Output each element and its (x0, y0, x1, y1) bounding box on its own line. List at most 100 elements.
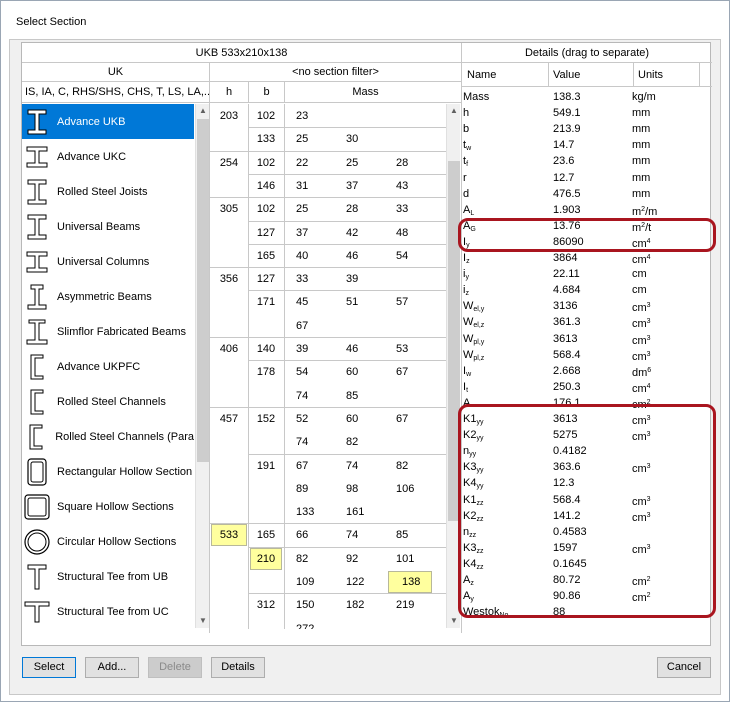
mass-cell[interactable]: 57 (396, 291, 436, 313)
mass-cell[interactable]: 82 (396, 455, 436, 477)
width-cell[interactable]: 171 (248, 291, 284, 313)
width-cell[interactable]: 127 (248, 222, 284, 244)
mass-cell[interactable]: 43 (396, 175, 436, 197)
width-cell[interactable]: 312 (248, 594, 284, 616)
mass-cell[interactable]: 67 (396, 361, 436, 383)
mass-cell[interactable]: 22 (296, 152, 336, 174)
mass-cell[interactable]: 31 (296, 175, 336, 197)
width-cell[interactable]: 140 (248, 338, 284, 360)
details-button[interactable]: Details (211, 657, 265, 678)
mass-cell[interactable]: 54 (396, 245, 436, 267)
scroll-up-arrow-icon[interactable]: ▲ (196, 104, 210, 118)
mass-cell[interactable]: 74 (296, 431, 336, 453)
category-item[interactable]: Rectangular Hollow Section (22, 454, 194, 489)
delete-button[interactable]: Delete (148, 657, 202, 678)
mass-cell[interactable]: 39 (346, 268, 386, 290)
select-button[interactable]: Select (22, 657, 76, 678)
category-item[interactable]: Asymmetric Beams (22, 279, 194, 314)
mass-cell[interactable]: 150 (296, 594, 336, 616)
mass-cell[interactable]: 133 (296, 501, 336, 523)
mass-cell[interactable]: 74 (346, 455, 386, 477)
category-item[interactable]: Rolled Steel Channels (Para (22, 419, 194, 454)
height-cell[interactable]: 254 (210, 152, 248, 174)
scroll-down-arrow-icon[interactable]: ▼ (447, 614, 461, 628)
mass-cell[interactable]: 40 (296, 245, 336, 267)
mass-cell[interactable]: 74 (346, 524, 386, 546)
width-cell[interactable]: 146 (248, 175, 284, 197)
mass-cell[interactable]: 52 (296, 408, 336, 430)
mass-cell[interactable]: 54 (296, 361, 336, 383)
mass-cell[interactable]: 89 (296, 478, 336, 500)
scroll-down-arrow-icon[interactable]: ▼ (196, 614, 210, 628)
category-item[interactable]: Rolled Steel Channels (22, 384, 194, 419)
width-cell[interactable]: 152 (248, 408, 284, 430)
mass-cell[interactable]: 98 (346, 478, 386, 500)
mass-cell[interactable]: 85 (396, 524, 436, 546)
category-item[interactable]: Square Hollow Sections (22, 489, 194, 524)
mass-cell[interactable]: 67 (396, 408, 436, 430)
width-cell[interactable]: 165 (248, 245, 284, 267)
mass-cell[interactable]: 67 (296, 315, 336, 337)
mass-cell[interactable]: 272 (296, 618, 336, 629)
height-cell[interactable]: 305 (210, 198, 248, 220)
mass-cell[interactable]: 25 (346, 152, 386, 174)
mass-cell[interactable]: 122 (346, 571, 386, 593)
mass-cell[interactable]: 219 (396, 594, 436, 616)
width-cell[interactable]: 127 (248, 268, 284, 290)
mass-cell[interactable]: 60 (346, 361, 386, 383)
category-item[interactable]: Advance UKC (22, 139, 194, 174)
mass-cell[interactable]: 39 (296, 338, 336, 360)
height-cell[interactable]: 203 (210, 105, 248, 127)
details-header[interactable]: Details (drag to separate) (461, 43, 712, 63)
category-item[interactable]: Advance UKPFC (22, 349, 194, 384)
add-button[interactable]: Add... (85, 657, 139, 678)
mass-cell[interactable]: 161 (346, 501, 386, 523)
scrollbar-thumb[interactable] (197, 119, 209, 462)
mass-cell[interactable]: 46 (346, 338, 386, 360)
category-item[interactable]: Slimflor Fabricated Beams (22, 314, 194, 349)
category-item[interactable]: Structural Tee from UC (22, 594, 194, 629)
scroll-up-arrow-icon[interactable]: ▲ (447, 104, 461, 118)
mass-cell[interactable]: 37 (346, 175, 386, 197)
mass-cell[interactable]: 33 (296, 268, 336, 290)
mass-cell[interactable]: 33 (396, 198, 436, 220)
mass-cell[interactable]: 37 (296, 222, 336, 244)
mass-cell[interactable]: 30 (346, 128, 386, 150)
width-cell[interactable]: 102 (248, 152, 284, 174)
height-cell[interactable]: 406 (210, 338, 248, 360)
width-cell[interactable]: 210 (250, 547, 282, 570)
mass-cell[interactable]: 74 (296, 385, 336, 407)
mass-cell[interactable]: 45 (296, 291, 336, 313)
category-item[interactable]: Circular Hollow Sections (22, 524, 194, 559)
width-cell[interactable]: 102 (248, 105, 284, 127)
height-cell[interactable]: 533 (211, 524, 247, 547)
mass-cell[interactable]: 109 (296, 571, 336, 593)
mass-cell[interactable]: 46 (346, 245, 386, 267)
width-cell[interactable]: 165 (248, 524, 284, 546)
mass-cell[interactable]: 182 (346, 594, 386, 616)
section-filter[interactable]: <no section filter> (210, 63, 461, 82)
category-item[interactable]: Universal Columns (22, 244, 194, 279)
mass-cell[interactable]: 25 (296, 198, 336, 220)
category-filter[interactable]: IS, IA, C, RHS/SHS, CHS, T, LS, LA,... (22, 82, 209, 103)
mass-cell[interactable]: 23 (296, 105, 336, 127)
mass-cell[interactable]: 28 (346, 198, 386, 220)
height-cell[interactable]: 457 (210, 408, 248, 430)
cancel-button[interactable]: Cancel (657, 657, 711, 678)
mass-cell[interactable]: 92 (346, 548, 386, 570)
width-cell[interactable]: 133 (248, 128, 284, 150)
mass-cell[interactable]: 60 (346, 408, 386, 430)
mass-cell[interactable]: 42 (346, 222, 386, 244)
height-cell[interactable]: 356 (210, 268, 248, 290)
mass-cell[interactable]: 67 (296, 455, 336, 477)
category-item[interactable]: Rolled Steel Joists (22, 174, 194, 209)
mass-cell[interactable]: 53 (396, 338, 436, 360)
mass-cell[interactable]: 51 (346, 291, 386, 313)
width-cell[interactable]: 191 (248, 455, 284, 477)
category-scrollbar[interactable]: ▲ ▼ (195, 104, 209, 628)
mass-cell[interactable]: 66 (296, 524, 336, 546)
mass-cell[interactable]: 48 (396, 222, 436, 244)
mass-cell[interactable]: 28 (396, 152, 436, 174)
category-item[interactable]: Universal Beams (22, 209, 194, 244)
mass-cell[interactable]: 25 (296, 128, 336, 150)
